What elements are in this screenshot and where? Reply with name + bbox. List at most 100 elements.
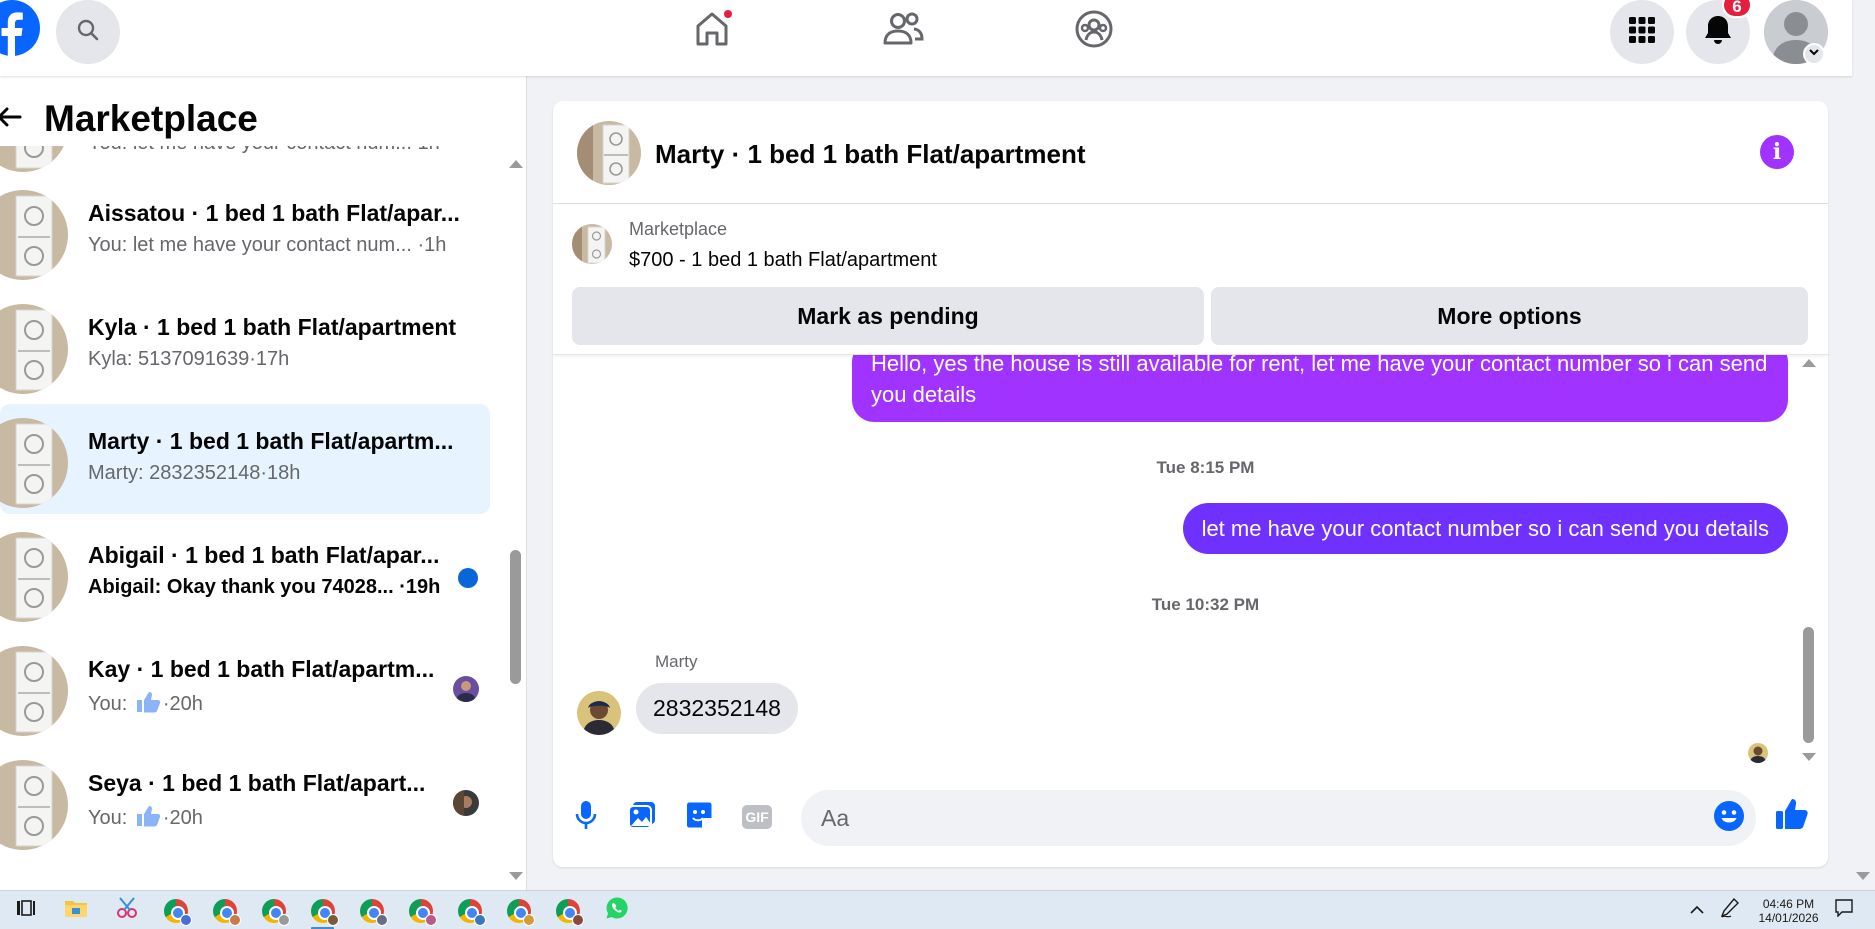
scissors-icon [115,896,139,925]
microphone-icon [575,800,597,835]
search-button[interactable] [56,0,120,64]
chrome-profile-button-active[interactable] [309,897,339,929]
snipping-tool-button[interactable] [113,897,140,924]
conversation-item[interactable]: Aissatou · 1 bed 1 bath Flat/apar... You… [0,176,490,286]
conversation-item[interactable]: Kay · 1 bed 1 bath Flat/apartm... You: ·… [0,632,490,742]
groups-nav-button[interactable] [1064,6,1124,56]
read-receipt-avatar [1748,743,1768,763]
chrome-icon [310,898,339,926]
menu-button[interactable] [1610,0,1674,64]
mark-as-pending-button[interactable]: Mark as pending [572,287,1204,345]
listing-thumbnail [0,418,68,508]
bell-icon [1703,14,1733,51]
scroll-up-arrow-icon[interactable] [509,160,523,168]
like-icon [1775,797,1809,836]
task-view-button[interactable] [12,897,39,924]
message-thread-scrollbar[interactable] [1800,359,1816,761]
send-like-button[interactable] [1774,798,1810,834]
chrome-icon [555,898,584,926]
emoji-button[interactable] [1711,800,1747,836]
gif-icon: GIF [742,805,772,829]
chrome-profile-button[interactable] [505,897,535,926]
home-nav-button[interactable] [682,6,742,56]
chat-title[interactable]: Marty · 1 bed 1 bath Flat/apartment [655,139,1086,170]
conversation-title: Kyla · 1 bed 1 bath Flat/apartment [88,314,457,340]
chrome-profile-button[interactable] [407,897,437,926]
info-icon: i [1772,139,1782,165]
conversation-time: 1h [417,146,439,154]
thumbs-up-icon [135,804,161,834]
file-explorer-button[interactable] [62,897,89,924]
message-input[interactable] [801,790,1756,846]
conversation-preview: Kyla: 5137091639 [88,348,250,370]
scroll-down-arrow-icon[interactable] [1856,872,1870,880]
scroll-up-arrow-icon[interactable] [1802,359,1816,367]
conversation-list-scrollbar[interactable] [507,160,523,880]
pen-menu-button[interactable] [1716,897,1743,924]
system-clock[interactable]: 04:46 PM 14/01/2026 [1751,897,1826,925]
listing-thumbnail[interactable] [572,224,612,264]
chrome-profile-button[interactable] [211,897,241,926]
listing-avatar[interactable] [577,121,641,185]
chrome-profile-button[interactable] [260,897,290,926]
conversation-info-button[interactable]: i [1760,135,1794,169]
clock-date: 14/01/2026 [1758,911,1819,925]
conversation-item-active[interactable]: Marty · 1 bed 1 bath Flat/apartm... Mart… [0,404,490,514]
clock-time: 04:46 PM [1762,897,1815,911]
conversation-item[interactable]: You: let me have your contact num... 1h [0,146,490,178]
conversation-item[interactable]: Abigail · 1 bed 1 bath Flat/apar... Abig… [0,518,490,628]
conversation-list: You: let me have your contact num... 1h … [0,146,500,886]
page-scrollbar[interactable] [1852,0,1875,890]
outgoing-message[interactable]: Hello, yes the house is still available … [852,355,1788,422]
chrome-icon [163,898,192,926]
conversation-time: ·20h [162,693,203,715]
scrollbar-thumb[interactable] [1803,627,1814,743]
scroll-down-arrow-icon[interactable] [1802,753,1816,761]
listing-price-title[interactable]: $700 - 1 bed 1 bath Flat/apartment [629,249,937,272]
attach-photo-button[interactable] [624,799,660,835]
chrome-profile-button[interactable] [162,897,192,926]
conversation-time: ·18h [260,462,301,484]
listing-source-label: Marketplace [629,219,728,239]
conversation-title: Aissatou · 1 bed 1 bath Flat/apar... [88,200,460,226]
emoji-icon [1713,800,1745,837]
outgoing-message[interactable]: let me have your contact number so i can… [1182,503,1788,554]
show-hidden-icons-button[interactable] [1683,897,1710,924]
back-button[interactable] [0,102,24,132]
conversation-item[interactable]: Kyla · 1 bed 1 bath Flat/apartment Kyla:… [0,290,490,400]
conversation-item[interactable]: Seya · 1 bed 1 bath Flat/apart... You: ·… [0,746,490,856]
more-options-button[interactable]: More options [1211,287,1808,345]
notifications-button[interactable]: 6 [1686,0,1752,64]
scroll-down-arrow-icon[interactable] [509,872,523,880]
conversation-time: ·20h [162,807,203,829]
unread-indicator-dot [458,568,478,588]
friends-nav-button[interactable] [873,6,933,56]
search-icon [76,18,100,47]
chrome-profile-button[interactable] [358,897,388,926]
folder-icon [64,898,88,923]
chrome-profile-button[interactable] [456,897,486,926]
conversation-time: ·17h [249,348,290,370]
notification-center-button[interactable] [1830,897,1857,924]
sender-avatar[interactable] [577,691,621,735]
arrow-left-icon [0,107,24,136]
incoming-message[interactable]: 2832352148 [636,683,798,734]
chevron-down-icon [1808,45,1820,63]
thumbs-up-icon [135,690,161,720]
account-menu-chevron[interactable] [1803,43,1825,65]
conversation-preview: You: [88,693,128,715]
facebook-logo[interactable] [0,0,44,62]
conversation-preview: Marty: 2832352148 [88,462,261,484]
notifications-badge: 6 [1722,0,1752,18]
conversation-time: ·19h [399,576,441,598]
chrome-profile-button[interactable] [554,897,584,926]
chat-bubble-icon [1834,899,1853,922]
sticker-button[interactable] [681,799,717,835]
gif-button[interactable]: GIF [739,799,775,835]
whatsapp-button[interactable] [603,897,630,924]
microphone-button[interactable] [568,799,604,835]
conversation-preview: You: let me have your contact num... [88,234,412,256]
conversation-preview: You: let me have your contact num... [88,146,412,154]
scrollbar-thumb[interactable] [510,550,521,684]
chat-panel: Marty · 1 bed 1 bath Flat/apartment i Ma… [553,101,1828,867]
